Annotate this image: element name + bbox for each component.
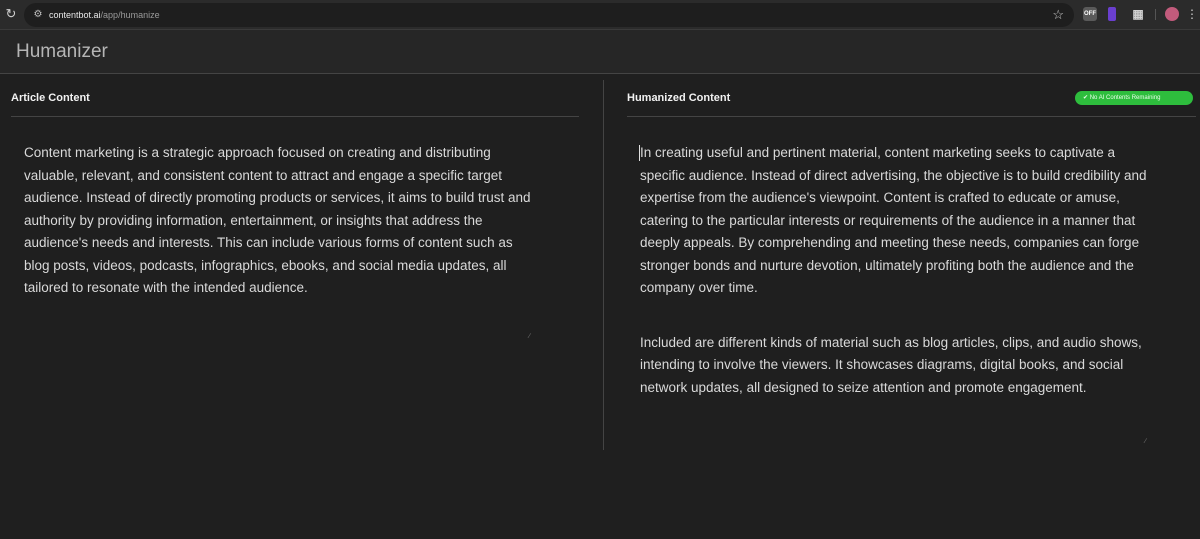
browser-toolbar: ↻ ⚙ contentbot.ai/app/humanize ☆ OFF ▦ ⋮ <box>0 0 1200 30</box>
browser-menu-icon[interactable]: ⋮ <box>1186 6 1198 22</box>
profile-avatar[interactable] <box>1165 7 1179 21</box>
panel-divider <box>603 80 604 450</box>
extension-purple-icon[interactable] <box>1108 7 1116 21</box>
url-text: contentbot.ai/app/humanize <box>49 8 160 22</box>
app-header: Humanizer <box>0 30 1200 74</box>
article-content-textarea[interactable]: Content marketing is a strategic approac… <box>24 142 534 342</box>
url-host: contentbot.ai <box>49 10 101 20</box>
article-text: Content marketing is a strategic approac… <box>24 145 531 295</box>
address-bar[interactable]: ⚙ contentbot.ai/app/humanize ☆ <box>24 3 1074 27</box>
extensions-puzzle-icon[interactable]: ▦ <box>1131 7 1145 21</box>
page-title: Humanizer <box>16 41 108 62</box>
badge-text: No AI Contents Remaining <box>1089 95 1161 101</box>
toolbar-divider <box>1155 9 1156 20</box>
humanized-paragraph-2: Included are different kinds of material… <box>640 334 1142 395</box>
site-settings-icon[interactable]: ⚙ <box>32 9 44 21</box>
left-divider-line <box>11 116 579 117</box>
humanized-paragraph-1: In creating useful and pertinent materia… <box>640 145 1147 295</box>
credits-status-badge: ✔ No AI Contents Remaining <box>1075 91 1193 105</box>
extension-off-icon[interactable]: OFF <box>1083 7 1097 21</box>
humanized-content-title: Humanized Content <box>627 92 731 104</box>
url-path: /app/humanize <box>100 10 160 20</box>
bookmark-star-icon[interactable]: ☆ <box>1052 7 1064 23</box>
text-cursor <box>639 145 640 161</box>
resize-handle-icon[interactable]: ∕ <box>529 333 535 340</box>
article-content-title: Article Content <box>11 92 90 104</box>
humanized-content-textarea[interactable]: In creating useful and pertinent materia… <box>640 142 1150 447</box>
resize-handle-icon[interactable]: ∕ <box>1145 438 1151 445</box>
right-divider-line <box>627 116 1196 117</box>
reload-icon[interactable]: ↻ <box>4 7 18 21</box>
